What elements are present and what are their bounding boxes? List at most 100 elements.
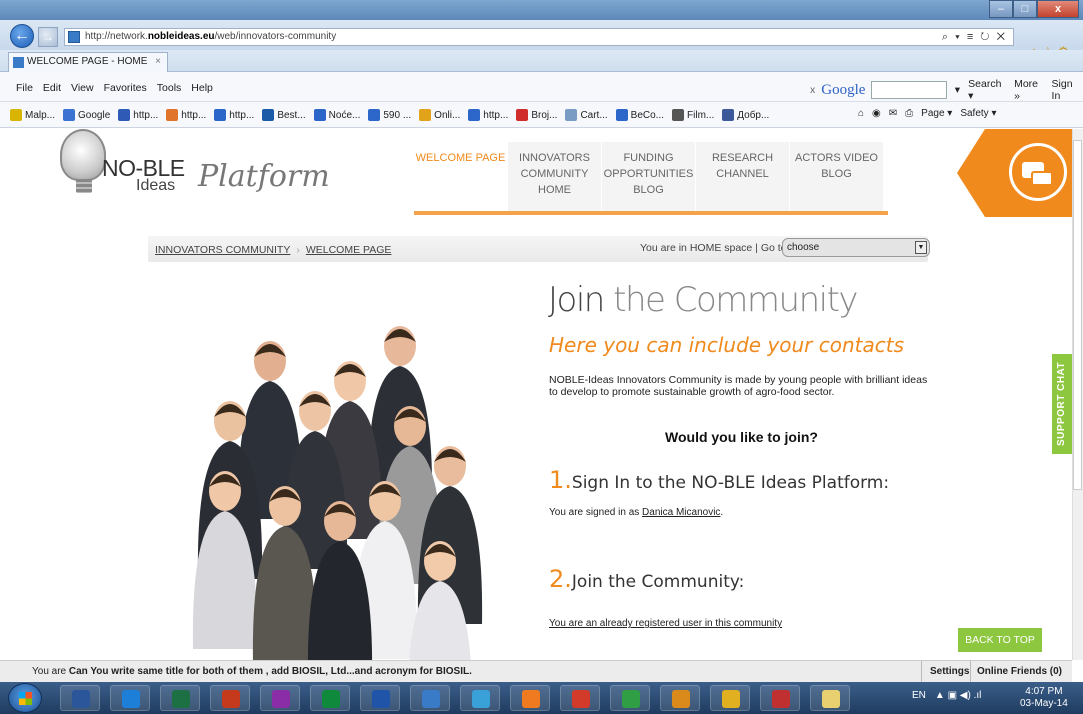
logo-ideas-text: Ideas xyxy=(136,177,176,194)
taskbar-app-button[interactable] xyxy=(760,685,800,711)
support-chat-tab[interactable]: SUPPORT CHAT xyxy=(1052,354,1072,454)
language-indicator[interactable]: EN xyxy=(912,690,926,701)
url-path: /web/innovators-community xyxy=(214,31,337,42)
feeds-icon[interactable]: ◉ xyxy=(872,108,881,119)
favorite-link[interactable]: Noće... xyxy=(313,109,360,121)
taskbar-app-button[interactable] xyxy=(110,685,150,711)
menu-edit[interactable]: Edit xyxy=(43,82,61,94)
menu-favorites[interactable]: Favorites xyxy=(104,82,147,94)
page-scrollbar-thumb[interactable] xyxy=(1073,140,1082,490)
clock[interactable]: 4:07 PM 03-May-14 xyxy=(1020,686,1068,710)
start-button[interactable] xyxy=(8,683,42,713)
space-select[interactable]: choose ▼ xyxy=(782,238,930,257)
favorite-site-icon xyxy=(722,109,735,121)
back-to-top-button[interactable]: BACK TO TOP xyxy=(958,628,1042,652)
favorite-link[interactable]: Best... xyxy=(262,109,306,121)
google-signin-button[interactable]: Sign In xyxy=(1052,78,1083,102)
forward-button[interactable]: → xyxy=(38,27,58,47)
favorite-link-label: http... xyxy=(229,109,255,121)
favorite-link-label: Film... xyxy=(687,109,715,121)
breadcrumb: INNOVATORS COMMUNITY › WELCOME PAGE xyxy=(155,244,391,256)
taskbar-app-button[interactable] xyxy=(810,685,850,711)
favorite-link[interactable]: http... xyxy=(214,109,254,121)
tab-welcome-page[interactable]: WELCOME PAGE - HOME × xyxy=(8,52,168,72)
google-search-input[interactable] xyxy=(871,81,947,99)
favorite-site-icon xyxy=(516,109,529,121)
favorite-site-icon xyxy=(214,109,227,121)
taskbar-app-button[interactable] xyxy=(310,685,350,711)
favorite-link-label: Broj... xyxy=(531,109,558,121)
taskbar-app-button[interactable] xyxy=(60,685,100,711)
favorite-link[interactable]: Google xyxy=(63,109,110,121)
page-menu[interactable]: Page ▾ xyxy=(921,108,952,119)
taskbar-app-button[interactable] xyxy=(460,685,500,711)
favorite-link[interactable]: BeCo... xyxy=(615,109,664,121)
noble-ideas-logo[interactable]: NO-BLE Ideas Platform xyxy=(60,129,330,209)
favorite-link[interactable]: http... xyxy=(118,109,158,121)
taskbar-app-button[interactable] xyxy=(160,685,200,711)
menu-help[interactable]: Help xyxy=(191,82,213,94)
url-field[interactable]: http://network.nobleideas.eu/web/innovat… xyxy=(64,28,1014,46)
nav-welcome-page[interactable]: WELCOME PAGE xyxy=(414,142,508,215)
home-icon[interactable]: ⌂ xyxy=(858,108,864,119)
menu-view[interactable]: View xyxy=(71,82,94,94)
google-search-dropdown-icon[interactable]: ▾ xyxy=(953,84,963,96)
online-friends-button[interactable]: Online Friends (0) xyxy=(977,666,1062,677)
safety-menu[interactable]: Safety ▾ xyxy=(960,108,996,119)
taskbar-app-icon xyxy=(822,690,840,708)
taskbar-app-button[interactable] xyxy=(260,685,300,711)
tab-close-icon[interactable]: × xyxy=(155,53,161,71)
google-search-button[interactable]: Search ▾ xyxy=(968,78,1008,102)
favorite-link[interactable]: Broj... xyxy=(516,109,557,121)
space-select-value: choose xyxy=(787,242,820,253)
step-1-heading: 1.Sign In to the NO-BLE Ideas Platform: xyxy=(549,466,889,494)
google-more-button[interactable]: More » xyxy=(1014,78,1045,102)
mail-icon[interactable]: ✉ xyxy=(889,108,897,119)
maximize-button[interactable]: □ xyxy=(1013,0,1037,18)
favorite-link[interactable]: Malp... xyxy=(10,109,55,121)
nav-actors-video-blog[interactable]: ACTORS VIDEO BLOG xyxy=(790,142,884,215)
logo-platform-text: Platform xyxy=(198,159,330,194)
tab-title: WELCOME PAGE - HOME xyxy=(27,56,148,67)
taskbar-app-button[interactable] xyxy=(210,685,250,711)
favorite-link[interactable]: Добр... xyxy=(722,109,769,121)
minimize-button[interactable]: – xyxy=(989,0,1013,18)
url-tools-icons[interactable]: ⌕ ▾ ≡ ↻ ✕ xyxy=(942,29,1007,45)
taskbar-app-button[interactable] xyxy=(410,685,450,711)
taskbar-app-button[interactable] xyxy=(710,685,750,711)
nav-research-channel[interactable]: RESEARCH CHANNEL xyxy=(696,142,790,215)
nav-funding-opportunities-blog[interactable]: FUNDING OPPORTUNITIES BLOG xyxy=(602,142,696,215)
taskbar-app-button[interactable] xyxy=(610,685,650,711)
status-divider xyxy=(970,661,971,683)
tray-icons[interactable]: ▲ ▣ ◀) .ıl xyxy=(935,690,981,701)
favorite-site-icon xyxy=(10,109,22,121)
taskbar-app-button[interactable] xyxy=(660,685,700,711)
signed-in-user-link[interactable]: Danica Micanovic xyxy=(642,507,720,518)
taskbar-app-button[interactable] xyxy=(560,685,600,711)
settings-button[interactable]: Settings xyxy=(930,666,969,677)
nav-innovators-community-home[interactable]: INNOVATORS COMMUNITY HOME xyxy=(508,142,602,215)
favorite-link[interactable]: http... xyxy=(468,109,508,121)
print-icon[interactable]: ⎙ xyxy=(905,108,913,119)
close-window-button[interactable]: x xyxy=(1037,0,1079,18)
favorite-link[interactable]: http... xyxy=(166,109,206,121)
favorite-link[interactable]: 590 ... xyxy=(368,109,411,121)
favorite-link[interactable]: Onli... xyxy=(419,109,460,121)
google-toolbar-close-icon[interactable]: x xyxy=(810,84,815,96)
favorite-link[interactable]: Film... xyxy=(672,109,714,121)
google-logo: Google xyxy=(821,81,866,98)
taskbar-app-button[interactable] xyxy=(510,685,550,711)
breadcrumb-welcome-page[interactable]: WELCOME PAGE xyxy=(306,244,392,256)
already-registered-link[interactable]: You are an already registered user in th… xyxy=(549,618,782,629)
favorite-site-icon xyxy=(63,109,76,121)
taskbar-app-button[interactable] xyxy=(360,685,400,711)
breadcrumb-innovators-community[interactable]: INNOVATORS COMMUNITY xyxy=(155,244,290,256)
chat-badge[interactable] xyxy=(957,129,1072,217)
menu-tools[interactable]: Tools xyxy=(157,82,182,94)
favorite-link[interactable]: Cart... xyxy=(565,109,608,121)
status-message-text[interactable]: Can You write same title for both of the… xyxy=(69,666,472,677)
chevron-down-icon[interactable]: ▼ xyxy=(915,241,927,254)
menu-file[interactable]: File xyxy=(16,82,33,94)
address-bar-row: ← → http://network.nobleideas.eu/web/inn… xyxy=(0,20,1083,59)
back-button[interactable]: ← xyxy=(10,24,34,48)
